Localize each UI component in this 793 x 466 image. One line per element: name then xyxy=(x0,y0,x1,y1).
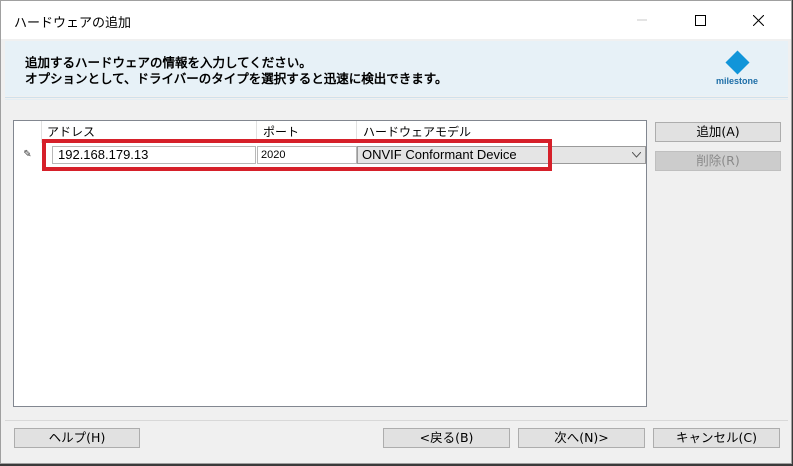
remove-button[interactable]: 削除(R) xyxy=(655,151,781,171)
hardware-grid[interactable]: アドレス ポート ハードウェアモデル ✎ 192.168.179.13 2020… xyxy=(13,120,647,407)
maximize-icon xyxy=(694,14,706,26)
window-title: ハードウェアの追加 xyxy=(14,16,132,31)
instruction-panel: 追加するハードウェアの情報を入力してください。 オプションとして、ドライバーのタ… xyxy=(5,41,788,96)
milestone-logo: milestone xyxy=(712,49,762,89)
maximize-button[interactable] xyxy=(677,1,723,39)
address-input[interactable]: 192.168.179.13 xyxy=(52,146,256,164)
back-button[interactable]: <戻る(B) xyxy=(383,428,510,448)
help-button[interactable]: ヘルプ(H) xyxy=(14,428,140,448)
milestone-diamond-icon xyxy=(724,50,750,75)
footer-divider xyxy=(5,420,788,421)
minimize-icon xyxy=(637,19,647,21)
hardware-model-dropdown[interactable]: ONVIF Conformant Device xyxy=(357,146,646,164)
chevron-down-icon[interactable] xyxy=(627,147,645,163)
row-edit-icon: ✎ xyxy=(23,148,32,160)
column-header-port[interactable]: ポート xyxy=(257,121,357,143)
title-bar: ハードウェアの追加 xyxy=(1,1,791,39)
instruction-line-2: オプションとして、ドライバーのタイプを選択すると迅速に検出できます。 xyxy=(25,71,448,86)
hardware-model-value: ONVIF Conformant Device xyxy=(362,147,517,162)
cancel-button[interactable]: キャンセル(C) xyxy=(653,428,780,448)
header-divider xyxy=(5,97,788,98)
add-hardware-dialog: ハードウェアの追加 追加するハードウェアの情報を入力してください。 オプションと… xyxy=(0,0,792,464)
close-button[interactable] xyxy=(735,1,781,39)
port-input[interactable]: 2020 xyxy=(257,146,357,164)
add-button[interactable]: 追加(A) xyxy=(655,122,781,142)
column-header-model[interactable]: ハードウェアモデル xyxy=(357,121,646,143)
minimize-button[interactable] xyxy=(619,1,665,39)
next-button[interactable]: 次へ(N)> xyxy=(518,428,645,448)
logo-text: milestone xyxy=(715,76,758,86)
close-icon xyxy=(752,14,764,26)
header-divider-shadow xyxy=(5,99,788,100)
column-header-address[interactable]: アドレス xyxy=(41,121,257,143)
grid-corner-header xyxy=(14,121,42,143)
